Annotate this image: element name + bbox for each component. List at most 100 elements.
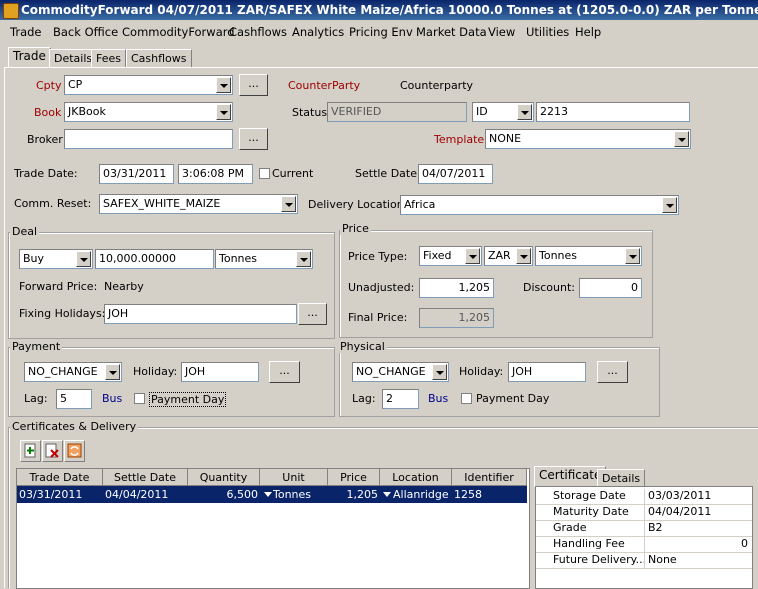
certificates-title: Certificates & Delivery [10, 420, 139, 433]
refresh-button[interactable] [64, 440, 85, 462]
property-row: Future Delivery... None [536, 552, 752, 569]
chevron-down-icon[interactable] [662, 197, 677, 213]
unadjusted-field[interactable]: 1,205 [419, 278, 494, 298]
price-unit-select[interactable]: Tonnes [535, 246, 642, 266]
chevron-down-icon[interactable] [296, 251, 311, 267]
deal-unit-select[interactable]: Tonnes [215, 249, 313, 269]
physical-holiday-field[interactable]: JOH [508, 362, 586, 382]
final-price-field: 1,205 [419, 308, 494, 328]
broker-field[interactable] [64, 129, 233, 149]
current-checkbox[interactable] [259, 168, 270, 179]
col-quantity[interactable]: Quantity [188, 469, 260, 486]
col-trade-date[interactable]: Trade Date [17, 469, 103, 486]
tab-fees[interactable]: Fees [91, 49, 126, 67]
price-currency-select[interactable]: ZAR [484, 246, 533, 266]
chevron-down-icon[interactable] [76, 251, 91, 267]
chevron-down-icon[interactable] [216, 104, 231, 120]
menu-help[interactable]: Help [575, 25, 601, 39]
cell-settle-date[interactable]: 04/04/2011 [103, 486, 188, 503]
property-value[interactable]: 0 [644, 537, 748, 552]
property-row: Handling Fee 0 [536, 536, 752, 553]
discount-field[interactable]: 0 [579, 278, 642, 298]
template-label: Template [434, 133, 485, 146]
book-select[interactable]: JKBook [64, 102, 233, 122]
tab-cashflows[interactable]: Cashflows [126, 49, 192, 67]
price-type-label: Price Type: [348, 250, 408, 263]
menu-back-office[interactable]: Back Office [53, 25, 118, 39]
window-title: CommodityForward 04/07/2011 ZAR/SAFEX Wh… [21, 3, 758, 17]
tab-trade[interactable]: Trade [8, 47, 51, 68]
chevron-down-icon[interactable] [465, 248, 480, 264]
physical-change-select[interactable]: NO_CHANGE [352, 362, 449, 382]
tab-certificate[interactable]: Certificate [534, 466, 607, 487]
col-settle-date[interactable]: Settle Date [103, 469, 188, 486]
chevron-down-icon[interactable] [674, 131, 689, 147]
payment-day-checkbox[interactable] [134, 393, 145, 404]
cell-price[interactable]: 1,205 [328, 486, 380, 503]
comm-reset-select[interactable]: SAFEX_WHITE_MAIZE [99, 194, 298, 214]
tab-certificate-details[interactable]: Details [597, 469, 646, 487]
chevron-down-icon[interactable] [517, 104, 532, 120]
unadjusted-label: Unadjusted: [348, 281, 415, 294]
property-value[interactable]: None [644, 553, 748, 568]
chevron-down-icon[interactable] [516, 248, 531, 264]
id-type-select[interactable]: ID [472, 102, 534, 122]
menu-trade[interactable]: Trade [10, 25, 42, 39]
menu-analytics[interactable]: Analytics [292, 25, 344, 39]
menu-market-data[interactable]: Market Data [416, 25, 487, 39]
physical-payment-day-checkbox[interactable] [461, 393, 472, 404]
menu-pricing-env[interactable]: Pricing Env [349, 25, 413, 39]
counterparty-label: CounterParty [288, 79, 361, 92]
property-value[interactable]: 03/03/2011 [644, 489, 748, 504]
payment-holiday-browse-button[interactable]: ... [269, 361, 300, 383]
location-dropdown-icon[interactable] [383, 492, 391, 497]
deal-direction-select[interactable]: Buy [19, 249, 93, 269]
menu-cashflows[interactable]: Cashflows [229, 25, 287, 39]
chevron-down-icon[interactable] [281, 196, 296, 212]
delivery-location-select[interactable]: Africa [400, 195, 679, 215]
chevron-down-icon[interactable] [625, 248, 640, 264]
template-select[interactable]: NONE [485, 129, 691, 149]
chevron-down-icon[interactable] [216, 77, 231, 93]
col-identifier[interactable]: Identifier [452, 469, 527, 486]
physical-payment-day-label: Payment Day [476, 392, 550, 405]
status-field: VERIFIED [327, 102, 467, 122]
price-type-select[interactable]: Fixed [419, 246, 482, 266]
cell-trade-date[interactable]: 03/31/2011 [17, 486, 103, 503]
deal-quantity-field[interactable]: 10,000.00000 [95, 249, 214, 269]
id-field[interactable]: 2213 [536, 102, 690, 122]
property-value[interactable]: B2 [644, 521, 748, 536]
payment-holiday-field[interactable]: JOH [181, 362, 259, 382]
trade-time-field[interactable]: 3:06:08 PM [178, 164, 253, 184]
fixing-holidays-browse-button[interactable]: ... [298, 303, 327, 325]
unit-dropdown-icon[interactable] [264, 492, 272, 497]
col-unit[interactable]: Unit [260, 469, 328, 486]
broker-browse-button[interactable]: ... [239, 128, 268, 150]
cpty-browse-button[interactable]: ... [239, 74, 268, 96]
fixing-holidays-field[interactable]: JOH [104, 304, 297, 324]
physical-lag-field[interactable]: 2 [382, 389, 419, 409]
trade-date-field[interactable]: 03/31/2011 [99, 164, 174, 184]
col-price[interactable]: Price [328, 469, 380, 486]
payment-change-select[interactable]: NO_CHANGE [24, 362, 122, 382]
col-location[interactable]: Location [380, 469, 452, 486]
physical-holiday-browse-button[interactable]: ... [597, 361, 628, 383]
price-title: Price [340, 222, 371, 235]
chevron-down-icon[interactable] [432, 364, 447, 380]
property-value[interactable]: 04/04/2011 [644, 505, 748, 520]
add-row-button[interactable] [20, 440, 41, 462]
cpty-select[interactable]: CP [64, 75, 233, 95]
menu-utilities[interactable]: Utilities [526, 25, 569, 39]
settle-date-label: Settle Date: [355, 167, 421, 180]
physical-holiday-label: Holiday: [459, 365, 504, 378]
menu-view[interactable]: View [488, 25, 515, 39]
delete-row-button[interactable] [42, 440, 63, 462]
title-bar: CommodityForward 04/07/2011 ZAR/SAFEX Wh… [0, 0, 758, 20]
payment-lag-field[interactable]: 5 [56, 389, 92, 409]
tab-details[interactable]: Details [49, 49, 98, 67]
menu-commodity-forward[interactable]: CommodityForward [122, 25, 235, 39]
settle-date-field[interactable]: 04/07/2011 [418, 164, 493, 184]
cell-quantity[interactable]: 6,500 [188, 486, 260, 503]
cell-identifier[interactable]: 1258 [452, 486, 527, 503]
chevron-down-icon[interactable] [105, 364, 120, 380]
